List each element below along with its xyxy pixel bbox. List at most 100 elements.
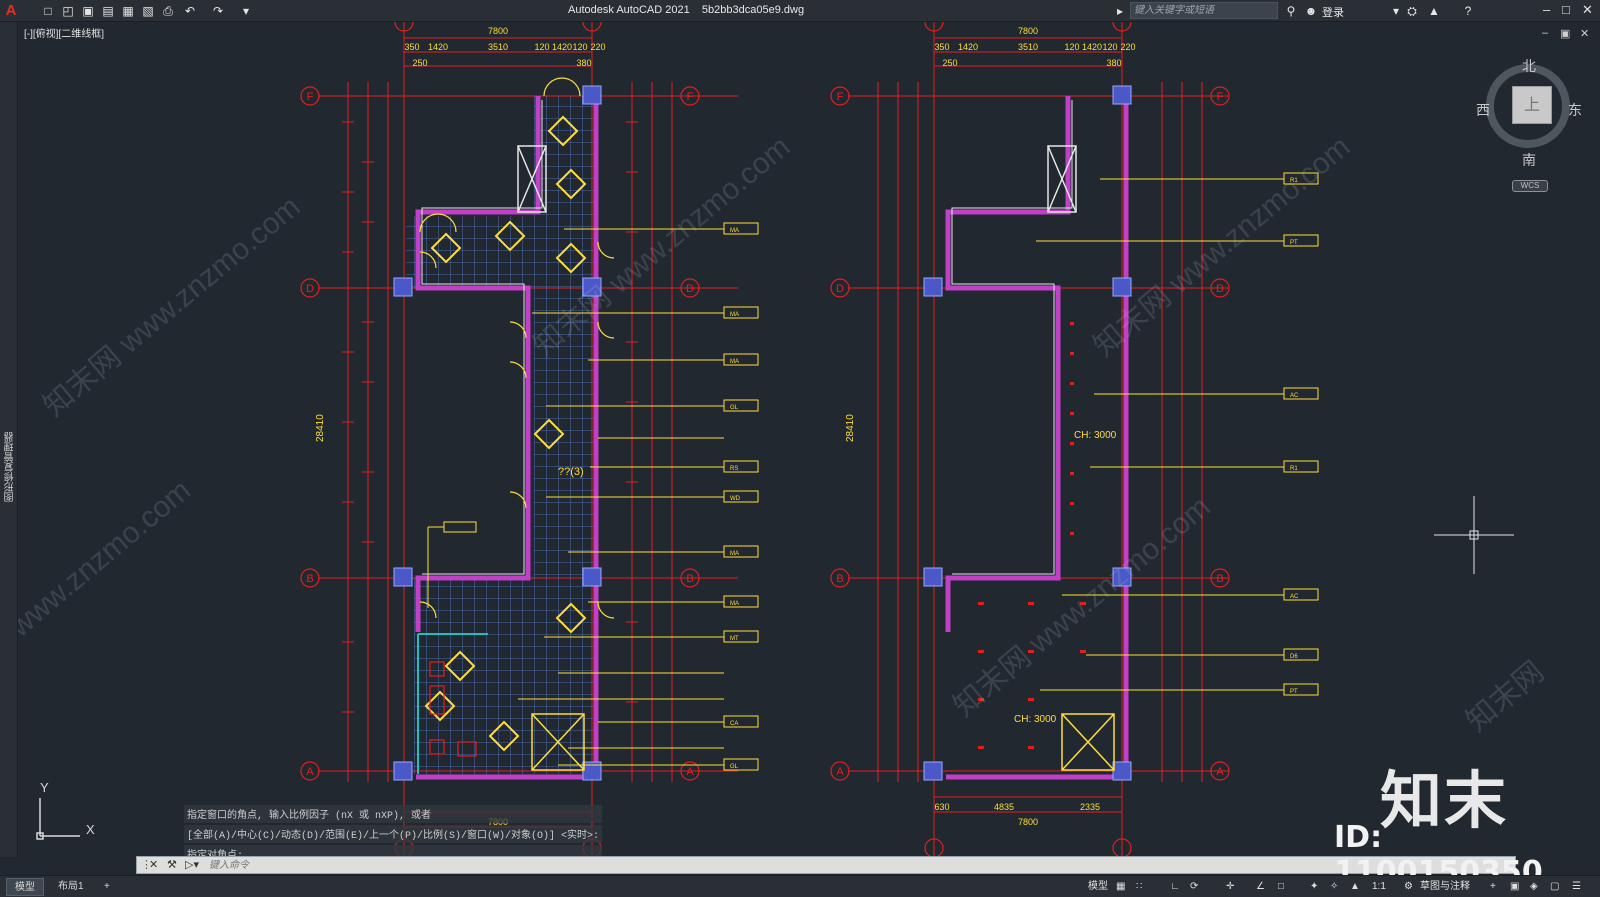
polar-icon[interactable]: ⟳ bbox=[1190, 879, 1198, 895]
compass-south[interactable]: 南 bbox=[1522, 150, 1536, 170]
cart-icon[interactable]: ⛭ bbox=[1404, 3, 1420, 19]
dim-text: 7800 bbox=[1018, 26, 1038, 36]
command-line[interactable]: ⋮ ✕ ⚒ ▷▾ bbox=[136, 856, 1516, 874]
side-panel-strip: 图形修复管理器 bbox=[0, 22, 18, 857]
add-icon[interactable]: + bbox=[1490, 879, 1496, 895]
tag-label: RS bbox=[730, 466, 738, 472]
compass-east[interactable]: 东 bbox=[1568, 100, 1582, 120]
tag-label: GL bbox=[730, 764, 739, 770]
status-bar: 模型 布局1 + 模型 ▦ ∷ ∟ ⟳ ✛ ∠ □ ✦ ✧ ▲ 1:1 ⚙ 草图… bbox=[0, 875, 1600, 897]
dim-text: 120 bbox=[1102, 42, 1117, 52]
open-file-icon[interactable]: ◰ bbox=[60, 3, 76, 19]
minimize-drawing-icon[interactable]: – bbox=[1542, 27, 1548, 39]
dropdown-icon[interactable]: ▾ bbox=[1388, 3, 1404, 19]
viewport-controls[interactable]: [-][俯视][二维线框] bbox=[24, 25, 104, 40]
axis-label: B bbox=[306, 573, 313, 585]
tag-label: GL bbox=[730, 405, 739, 411]
redo-icon[interactable]: ↷ bbox=[210, 3, 226, 19]
print-icon[interactable]: ⎙ bbox=[160, 3, 176, 19]
help-icon[interactable]: ? bbox=[1460, 3, 1476, 19]
user-icon[interactable]: ☻ bbox=[1303, 3, 1319, 19]
cad-drawing: F D B A F D B A 7800 350 1420 3510 120 1… bbox=[36, 22, 1514, 857]
drawing-recovery-label[interactable]: 图形修复管理器 bbox=[3, 432, 18, 502]
dim-text: 4835 bbox=[994, 802, 1014, 812]
compass-west[interactable]: 西 bbox=[1476, 100, 1490, 120]
gear-icon[interactable]: ⚙ bbox=[1404, 879, 1413, 895]
hardware-acceleration-icon[interactable]: ◈ bbox=[1530, 879, 1538, 895]
dim-text: 380 bbox=[576, 58, 591, 68]
annotation-scale-value[interactable]: 1:1 bbox=[1372, 879, 1386, 895]
axis-label: D bbox=[686, 283, 694, 295]
dim-text: 350 bbox=[404, 42, 419, 52]
ortho-icon[interactable]: ∟ bbox=[1170, 879, 1180, 895]
dim-text: 7800 bbox=[488, 26, 508, 36]
recent-commands-icon[interactable]: ▷▾ bbox=[185, 857, 199, 873]
viewcube[interactable]: 北 南 西 东 上 WCS bbox=[1468, 56, 1588, 192]
close-icon[interactable]: ✕ bbox=[149, 857, 158, 873]
axis-label: B bbox=[1216, 573, 1223, 585]
annotation-visibility-icon[interactable]: ✦ bbox=[1310, 879, 1318, 895]
snap-icon[interactable]: ∷ bbox=[1136, 879, 1142, 895]
tag-label: MA bbox=[730, 601, 739, 607]
isodraft-icon[interactable]: ✛ bbox=[1226, 879, 1234, 895]
chevron-right-icon[interactable]: ▸ bbox=[1112, 3, 1128, 19]
tab-layout1[interactable]: 布局1 bbox=[50, 878, 92, 896]
room-label: ??(3) bbox=[558, 466, 584, 478]
undo-icon[interactable]: ↶ bbox=[182, 3, 198, 19]
dim-text: 220 bbox=[1120, 42, 1135, 52]
dim-text: 250 bbox=[942, 58, 957, 68]
workspace-switch[interactable]: 草图与注释 bbox=[1420, 879, 1470, 895]
close-drawing-icon[interactable]: ✕ bbox=[1580, 27, 1589, 40]
floor-plan-left: F D B A F D B A 7800 350 1420 3510 120 1… bbox=[300, 22, 759, 857]
new-file-icon[interactable]: □ bbox=[40, 3, 56, 19]
tab-model[interactable]: 模型 bbox=[6, 878, 44, 896]
drawing-area[interactable]: F D B A F D B A 7800 350 1420 3510 120 1… bbox=[18, 22, 1600, 857]
customization-menu-icon[interactable]: ☰ bbox=[1572, 879, 1581, 895]
command-input[interactable] bbox=[209, 857, 1499, 873]
restore-drawing-icon[interactable]: ▣ bbox=[1560, 27, 1570, 40]
search-input[interactable]: 键入关键字或短语 bbox=[1130, 2, 1278, 19]
close-icon[interactable]: ✕ bbox=[1582, 2, 1593, 18]
model-space-button[interactable]: 模型 bbox=[1088, 879, 1108, 895]
autocad-logo-icon[interactable]: A bbox=[2, 1, 20, 21]
minimize-icon[interactable]: – bbox=[1543, 2, 1550, 17]
tab-add[interactable]: + bbox=[96, 878, 118, 896]
ucs-icon bbox=[36, 798, 80, 840]
grid-icon[interactable]: ▦ bbox=[1116, 879, 1125, 895]
dim-text: 220 bbox=[590, 42, 605, 52]
save-as-icon[interactable]: ▤ bbox=[100, 3, 116, 19]
object-snap-tracking-icon[interactable]: ∠ bbox=[1256, 879, 1265, 895]
clean-screen-icon[interactable]: ▢ bbox=[1550, 879, 1559, 895]
autocad-window: A □ ◰ ▣ ▤ ▦ ▧ ⎙ ↶ ↷ ▾ Autodesk AutoCAD 2… bbox=[0, 0, 1600, 897]
annotation-scale-icon[interactable]: ▲ bbox=[1350, 879, 1360, 895]
viewcube-top-face[interactable]: 上 bbox=[1512, 86, 1552, 124]
plot-icon[interactable]: ▦ bbox=[120, 3, 136, 19]
auto-scale-icon[interactable]: ✧ bbox=[1330, 879, 1338, 895]
ceiling-plan-right: F D B A F D B A 7800 350 1420 3510 120 1… bbox=[830, 22, 1319, 857]
save-icon[interactable]: ▣ bbox=[80, 3, 96, 19]
object-snap-icon[interactable]: □ bbox=[1278, 879, 1284, 895]
tag-label: MA bbox=[730, 228, 739, 234]
quick-access-dropdown-icon[interactable]: ▾ bbox=[238, 3, 254, 19]
customize-icon[interactable]: ⚒ bbox=[167, 857, 177, 873]
tag-label: CA bbox=[730, 721, 738, 727]
publish-icon[interactable]: ▧ bbox=[140, 3, 156, 19]
dim-text: 2335 bbox=[1080, 802, 1100, 812]
isolate-objects-icon[interactable]: ▣ bbox=[1510, 879, 1519, 895]
dim-text: 350 bbox=[934, 42, 949, 52]
compass-north[interactable]: 北 bbox=[1522, 56, 1536, 76]
login-button[interactable]: 登录 bbox=[1322, 4, 1344, 20]
wcs-menu[interactable]: WCS bbox=[1512, 180, 1548, 192]
tile-floor bbox=[406, 96, 596, 774]
dim-text: 1420 bbox=[1082, 42, 1102, 52]
tag-label: D6 bbox=[1290, 654, 1298, 660]
axis-label: A bbox=[686, 766, 694, 778]
autodesk-account-icon[interactable]: ▲ bbox=[1426, 3, 1442, 19]
axis-label: F bbox=[837, 91, 844, 103]
axis-label: D bbox=[306, 283, 314, 295]
command-history-line: 指定窗口的角点, 输入比例因子 (nX 或 nXP), 或者 bbox=[184, 805, 603, 823]
dim-text: 250 bbox=[412, 58, 427, 68]
ceiling-height-label: CH: 3000 bbox=[1014, 714, 1057, 725]
maximize-icon[interactable]: □ bbox=[1562, 2, 1570, 17]
search-icon[interactable]: ⚲ bbox=[1283, 3, 1299, 19]
